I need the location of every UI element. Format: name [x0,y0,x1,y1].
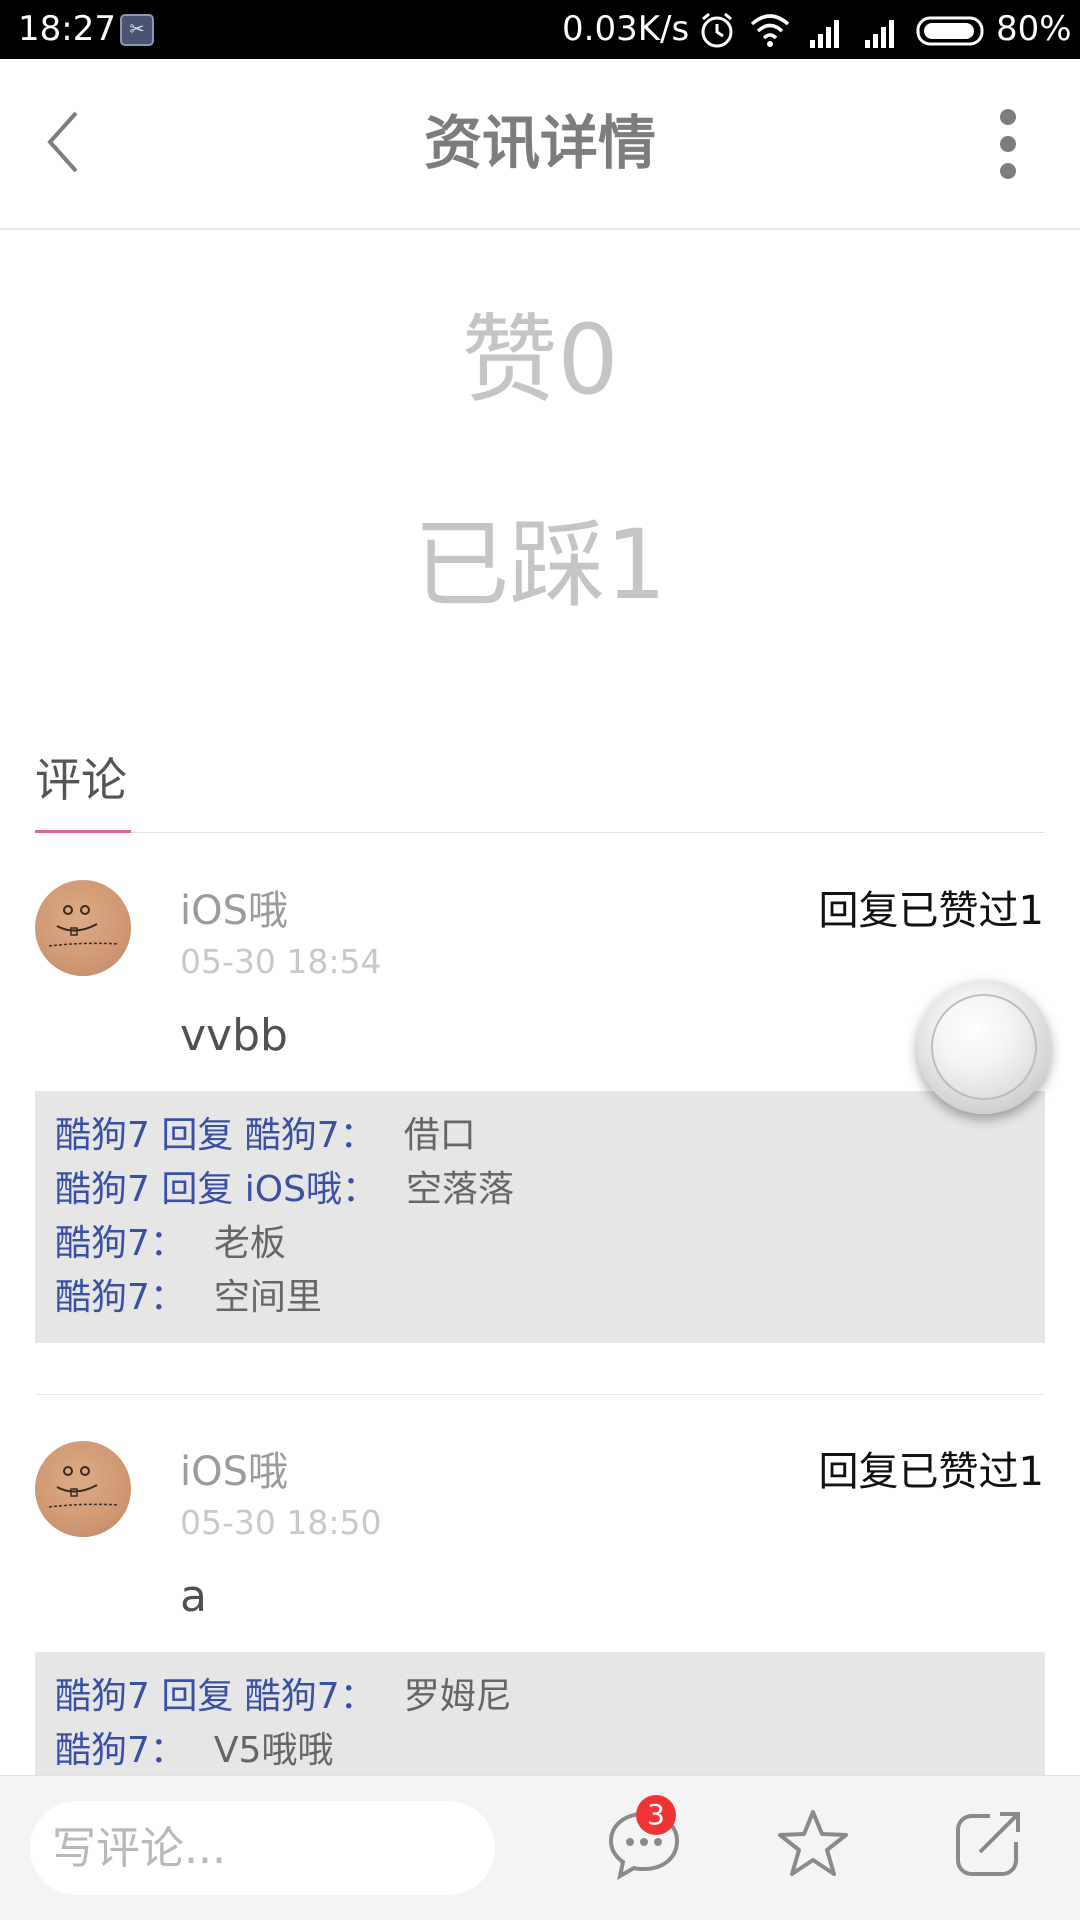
signal-icon [810,20,839,48]
comment-time: 05-30 18:54 [180,942,382,981]
header: 资讯详情 [0,59,1080,230]
alarm-icon [701,12,733,48]
comment-count-badge: 3 [636,1795,676,1835]
avatar[interactable] [35,1441,131,1537]
battery-percent: 80% [996,9,1072,49]
comment-item: iOS哦 05-30 18:54 回复已赞过1 vvbb 酷狗7 回复 酷狗7：… [0,880,1080,1380]
reply-text: 空落落 [405,1169,514,1210]
reply-item[interactable]: 酷狗7 回复 酷狗7： 罗姆尼 [55,1670,1045,1724]
comment-username[interactable]: iOS哦 [180,1447,288,1497]
comment-divider [35,1394,1045,1395]
tab-comments[interactable]: 评论 [35,750,127,810]
dot-icon [1000,136,1016,152]
dot-icon [1000,109,1016,125]
comment-reply-like-button[interactable]: 回复已赞过1 [819,886,1044,936]
status-bar: 18:27 ✂ 0.03K/s 80% [0,0,1080,59]
battery-icon [916,16,984,46]
signal-icon [865,20,894,48]
share-icon[interactable] [950,1806,1026,1882]
reply-name[interactable]: 酷狗7： [55,1277,186,1318]
comment-text: a [180,1571,207,1622]
reply-text: V5哦哦 [213,1730,334,1771]
comment-username[interactable]: iOS哦 [180,886,288,936]
reply-text: 老板 [213,1223,286,1264]
comment-input[interactable] [30,1801,495,1895]
comment-text: vvbb [180,1010,288,1061]
dot-icon [1000,163,1016,179]
dislike-count-button[interactable]: 已踩1 [0,505,1080,625]
wifi-icon [750,14,790,47]
reply-name[interactable]: 酷狗7： [55,1223,186,1264]
reply-name[interactable]: 酷狗7 回复 iOS哦： [55,1169,378,1210]
page-title: 资讯详情 [423,109,656,177]
avatar-face-icon [48,1466,120,1508]
reply-text: 借口 [403,1115,476,1156]
reply-item[interactable]: 酷狗7： V5哦哦 [55,1724,1045,1778]
reply-name[interactable]: 酷狗7： [55,1730,186,1771]
tab-divider [35,832,1045,833]
floating-assistive-button[interactable] [917,980,1051,1114]
like-count-button[interactable]: 赞0 [0,300,1080,420]
reply-list: 酷狗7 回复 酷狗7： 借口 酷狗7 回复 iOS哦： 空落落 酷狗7： 老板 酷狗7… [35,1091,1045,1343]
reply-text: 罗姆尼 [403,1676,512,1717]
status-time: 18:27 [18,9,116,49]
reply-list: 酷狗7 回复 酷狗7： 罗姆尼 酷狗7： V5哦哦 [35,1652,1045,1782]
tab-active-indicator [35,830,131,833]
app-icon: ✂ [120,14,154,46]
comment-time: 05-30 18:50 [180,1503,382,1542]
comment-reply-like-button[interactable]: 回复已赞过1 [819,1447,1044,1497]
bottom-bar [0,1775,1080,1920]
reply-item[interactable]: 酷狗7 回复 iOS哦： 空落落 [55,1163,1045,1217]
reply-item[interactable]: 酷狗7： 空间里 [55,1271,1045,1325]
more-options-button[interactable] [988,103,1028,189]
floating-button-inner [931,994,1037,1100]
reply-item[interactable]: 酷狗7： 老板 [55,1217,1045,1271]
reply-text: 空间里 [213,1277,322,1318]
avatar[interactable] [35,880,131,976]
network-speed: 0.03K/s [562,9,690,49]
reply-name[interactable]: 酷狗7 回复 酷狗7： [55,1115,376,1156]
comment-item: iOS哦 05-30 18:50 回复已赞过1 a 酷狗7 回复 酷狗7： 罗姆尼… [0,1441,1080,1782]
reply-name[interactable]: 酷狗7 回复 酷狗7： [55,1676,376,1717]
reply-item[interactable]: 酷狗7 回复 酷狗7： 借口 [55,1109,1045,1163]
avatar-face-icon [48,905,120,947]
star-icon[interactable] [775,1806,851,1882]
